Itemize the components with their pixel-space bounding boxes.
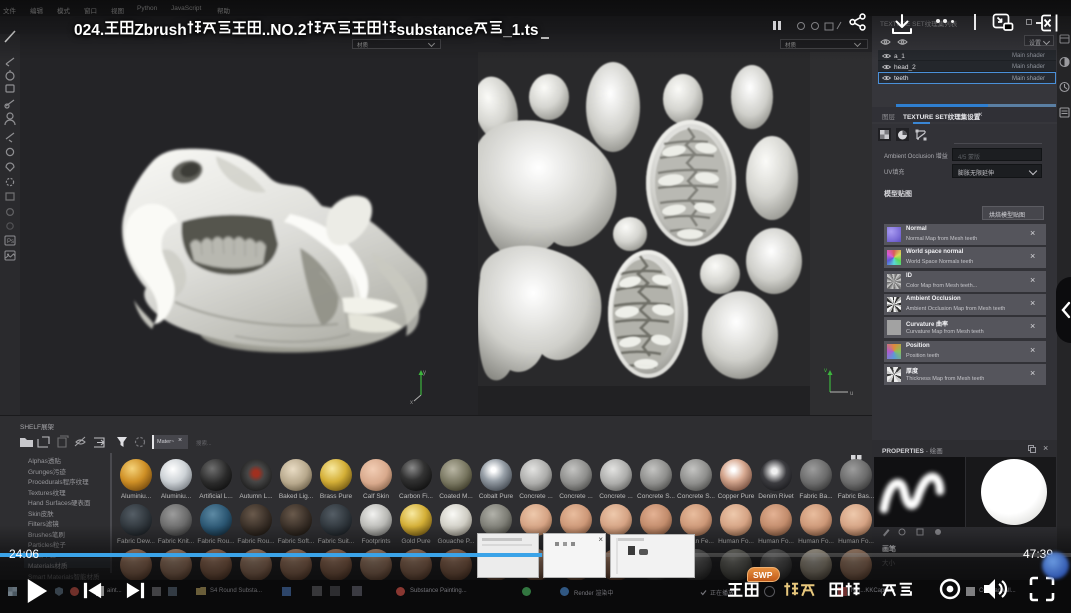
svg-text:y: y xyxy=(423,370,426,376)
svg-text:024.: 024. xyxy=(74,22,104,39)
svg-text:Ps: Ps xyxy=(7,239,14,245)
svg-text:u: u xyxy=(850,391,853,397)
svg-text:substance: substance xyxy=(397,22,474,39)
svg-text:..NO.2: ..NO.2 xyxy=(262,22,307,39)
svg-text:v: v xyxy=(824,368,827,374)
svg-text:Zbrush: Zbrush xyxy=(134,22,187,39)
svg-text:x: x xyxy=(410,400,413,406)
svg-text:_1.ts: _1.ts xyxy=(502,22,538,39)
